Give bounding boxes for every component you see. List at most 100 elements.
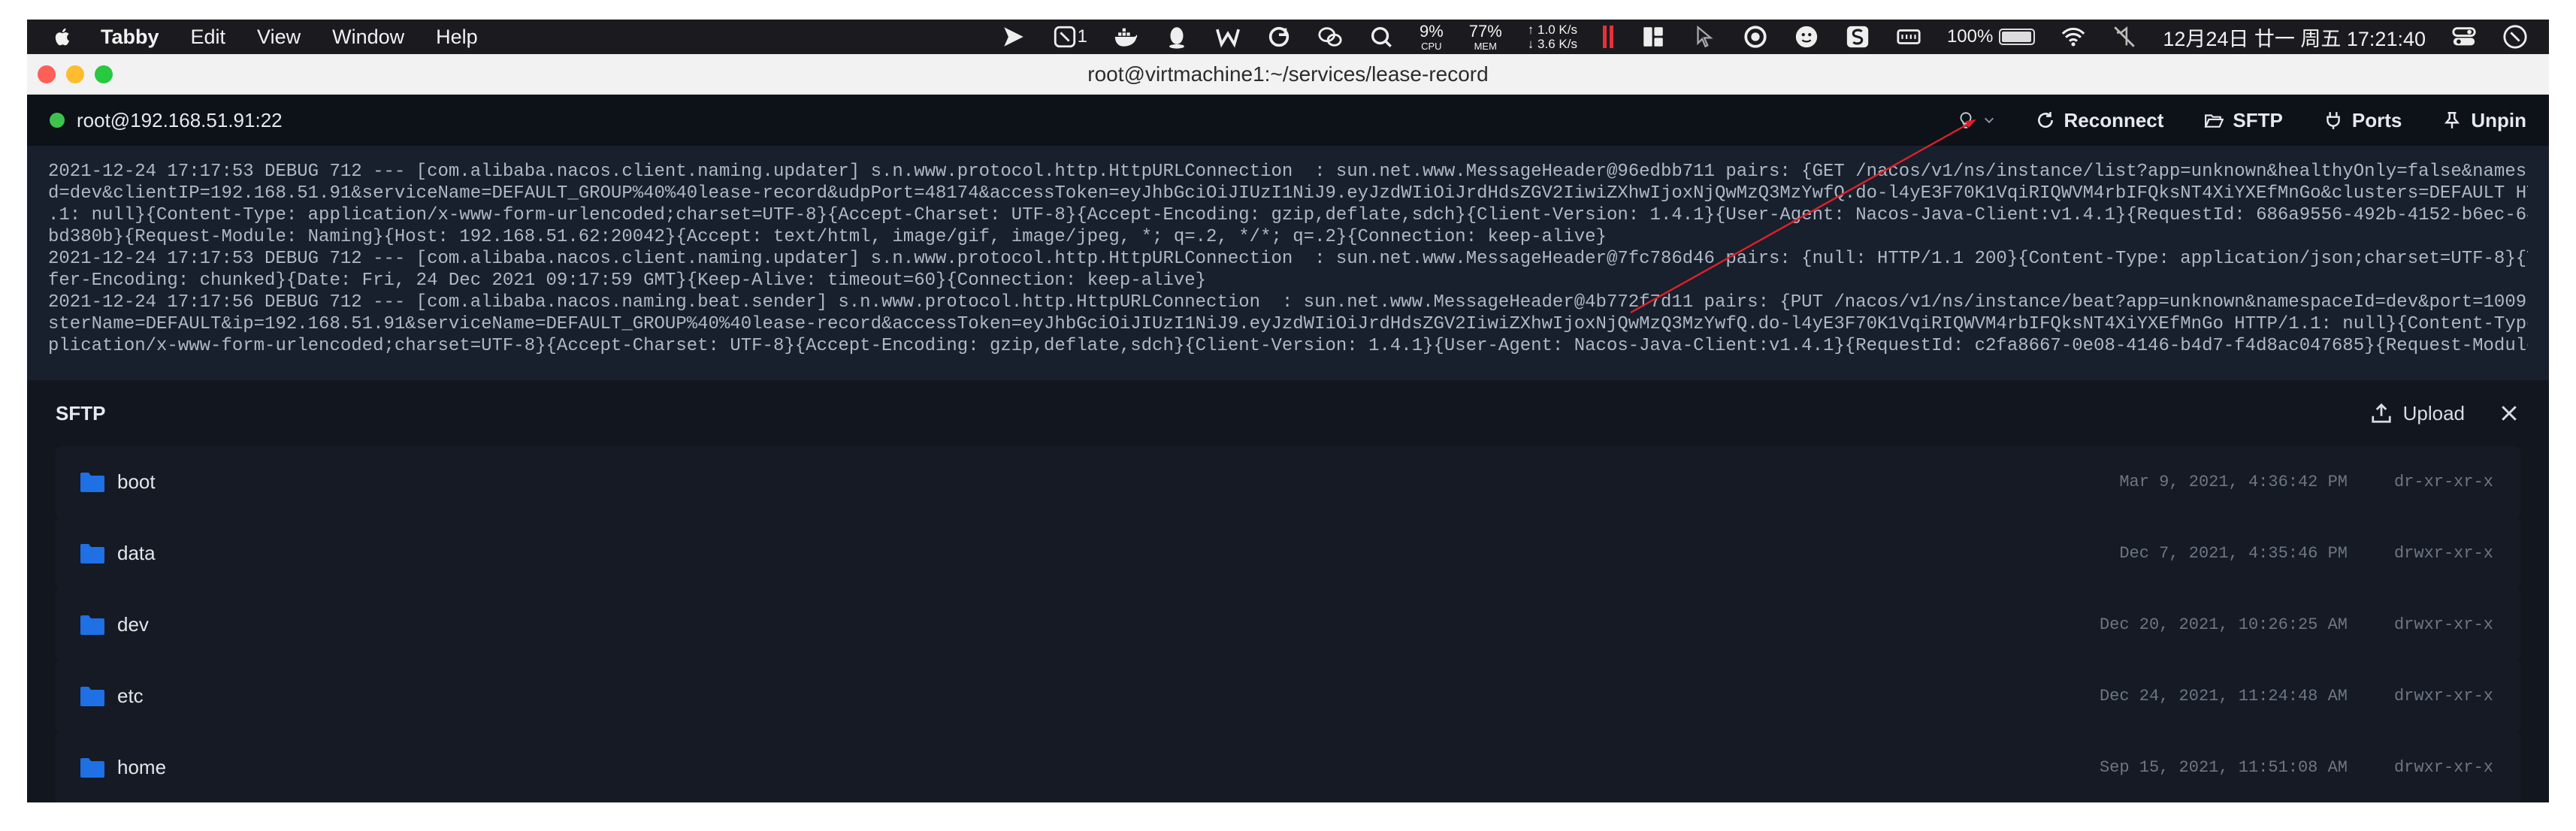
close-window-button[interactable] — [38, 65, 56, 83]
folder-icon — [80, 686, 104, 706]
send-icon[interactable] — [1001, 22, 1026, 52]
file-name: data — [117, 542, 156, 564]
tabby-window: root@virtmachine1:~/services/lease-recor… — [27, 54, 2549, 802]
terminal-output[interactable]: 2021-12-24 17:17:53 DEBUG 712 --- [com.a… — [27, 146, 2549, 380]
cpu-value: 9% — [1419, 21, 1444, 41]
keyboard-icon[interactable] — [1896, 22, 1921, 52]
battery-status[interactable]: 100% — [1947, 26, 2036, 47]
mem-label: MEM — [1474, 40, 1497, 52]
search-bubble-icon[interactable] — [1368, 22, 1394, 52]
terminal-line: 2021-12-24 17:17:53 DEBUG 712 --- [com.a… — [48, 249, 2528, 269]
bulb-dropdown[interactable] — [1956, 110, 1995, 130]
maximize-window-button[interactable] — [95, 65, 113, 83]
folder-icon — [80, 472, 104, 492]
menubar-status-area: 1 9% CPU 77% MEM ↑ 1.0 K/s ↓ 3.6 K/s 100… — [1001, 22, 2549, 52]
sync-icon[interactable] — [1266, 22, 1292, 52]
unpin-button[interactable]: Unpin — [2442, 109, 2526, 132]
sftp-title: SFTP — [56, 401, 106, 425]
lightbulb-icon — [1960, 112, 1971, 128]
mem-value: 77% — [1468, 21, 1502, 41]
user-switch-icon[interactable] — [2502, 22, 2528, 52]
file-row-boot[interactable]: boot Mar 9, 2021, 4:36:42 PM dr-xr-xr-x — [56, 446, 2520, 518]
terminal-line: .1: null}{Content-Type: application/x-ww… — [48, 205, 2528, 225]
window-title: root@virtmachine1:~/services/lease-recor… — [1087, 62, 1489, 86]
menu-view[interactable]: View — [257, 26, 301, 49]
unpin-label: Unpin — [2471, 108, 2526, 131]
sftp-actions: Upload — [2370, 402, 2520, 425]
window-titlebar[interactable]: root@virtmachine1:~/services/lease-recor… — [27, 54, 2549, 95]
cpu-label: CPU — [1421, 40, 1442, 52]
cpu-meter[interactable]: 9% CPU — [1420, 23, 1444, 51]
terminal-line: d=dev&clientIP=192.168.51.91&serviceName… — [48, 183, 2528, 204]
ssh-tab-header: root@192.168.51.91:22 Reconnect SFTP Por… — [27, 95, 2549, 146]
file-date: Dec 7, 2021, 4:35:46 PM — [2119, 544, 2348, 563]
cursor-icon[interactable] — [1692, 22, 1717, 52]
menu-edit[interactable]: Edit — [191, 26, 226, 49]
sftp-button[interactable]: SFTP — [2204, 108, 2283, 132]
menu-help[interactable]: Help — [436, 26, 478, 49]
notification-count: 1 — [1077, 26, 1087, 47]
file-row-data[interactable]: data Dec 7, 2021, 4:35:46 PM drwxr-xr-x — [56, 518, 2520, 589]
mute-icon[interactable] — [2112, 22, 2137, 52]
pin-icon — [2444, 112, 2460, 128]
reconnect-label: Reconnect — [2064, 108, 2164, 131]
file-row-etc[interactable]: etc Dec 24, 2021, 11:24:48 AM drwxr-xr-x — [56, 660, 2520, 732]
sftp-panel: SFTP Upload boot Mar 9, 2021, 4:36:42 PM… — [27, 380, 2549, 802]
reconnect-button[interactable]: Reconnect — [2036, 108, 2164, 132]
plug-icon — [2327, 112, 2340, 129]
chevron-down-icon — [1984, 117, 1994, 124]
traffic-lights — [38, 65, 113, 83]
menubar-clock[interactable]: 12月24日 廿一 周五 17:21:40 — [2163, 23, 2426, 52]
wifi-icon[interactable] — [2060, 22, 2086, 52]
macos-menubar: Tabby Edit View Window Help 1 9% CPU 77%… — [27, 20, 2549, 54]
notification-icon[interactable]: 1 — [1052, 22, 1087, 52]
app-menu-tabby[interactable]: Tabby — [101, 26, 159, 49]
connected-indicator — [50, 113, 65, 128]
w-app-icon[interactable] — [1215, 22, 1241, 52]
folder-icon — [80, 757, 104, 778]
menu-window[interactable]: Window — [332, 26, 404, 49]
upload-icon — [2371, 403, 2391, 423]
wechat-icon[interactable] — [1317, 22, 1343, 52]
record-icon[interactable] — [1743, 22, 1768, 52]
face-icon[interactable] — [1794, 22, 1819, 52]
file-date: Mar 9, 2021, 4:36:42 PM — [2119, 473, 2348, 491]
ports-button[interactable]: Ports — [2324, 109, 2402, 132]
sftp-file-list: boot Mar 9, 2021, 4:36:42 PM dr-xr-xr-x … — [27, 446, 2549, 802]
net-up: ↑ 1.0 K/s — [1527, 23, 1577, 37]
apple-icon[interactable] — [53, 26, 75, 48]
close-icon — [2502, 406, 2517, 421]
network-meter[interactable]: ↑ 1.0 K/s ↓ 3.6 K/s — [1528, 23, 1577, 51]
docker-icon[interactable] — [1113, 22, 1138, 52]
terminal-line: 2021-12-24 17:17:53 DEBUG 712 --- [com.a… — [48, 162, 2528, 182]
terminal-line: 2021-12-24 17:17:56 DEBUG 712 --- [com.a… — [48, 292, 2528, 313]
minimize-window-button[interactable] — [66, 65, 84, 83]
upload-label: Upload — [2402, 401, 2465, 425]
connection-status: root@192.168.51.91:22 — [50, 109, 283, 132]
folder-icon — [80, 543, 104, 564]
qq-icon[interactable] — [1164, 22, 1190, 52]
tab-toolbar: Reconnect SFTP Ports Unpin — [1956, 108, 2526, 132]
control-center-icon[interactable] — [2451, 22, 2477, 52]
mem-meter[interactable]: 77% MEM — [1469, 23, 1502, 51]
file-row-home[interactable]: home Sep 15, 2021, 11:51:08 AM drwxr-xr-… — [56, 732, 2520, 802]
file-mode: dr-xr-xr-x — [2393, 473, 2493, 491]
file-mode: drwxr-xr-x — [2393, 758, 2493, 777]
file-row-dev[interactable]: dev Dec 20, 2021, 10:26:25 AM drwxr-xr-x — [56, 589, 2520, 660]
upload-button[interactable]: Upload — [2370, 402, 2465, 425]
file-mode: drwxr-xr-x — [2393, 687, 2493, 706]
sftp-label: SFTP — [2233, 108, 2283, 131]
pause-red-icon[interactable] — [1602, 26, 1615, 48]
file-date: Dec 24, 2021, 11:24:48 AM — [2099, 687, 2348, 706]
terminal-line: sterName=DEFAULT&ip=192.168.51.91&servic… — [48, 314, 2528, 334]
terminal-line: bd380b}{Request-Module: Naming}{Host: 19… — [48, 227, 1607, 247]
close-sftp-button[interactable] — [2498, 402, 2520, 425]
folder-icon — [80, 615, 104, 635]
grid-layout-icon[interactable] — [1640, 22, 1666, 52]
connection-host: root@192.168.51.91:22 — [77, 108, 283, 131]
s-app-icon[interactable] — [1845, 22, 1870, 52]
folder-open-icon — [2204, 114, 2224, 128]
file-name: dev — [117, 613, 149, 636]
ports-label: Ports — [2351, 108, 2402, 131]
net-down: ↓ 3.6 K/s — [1527, 37, 1577, 51]
